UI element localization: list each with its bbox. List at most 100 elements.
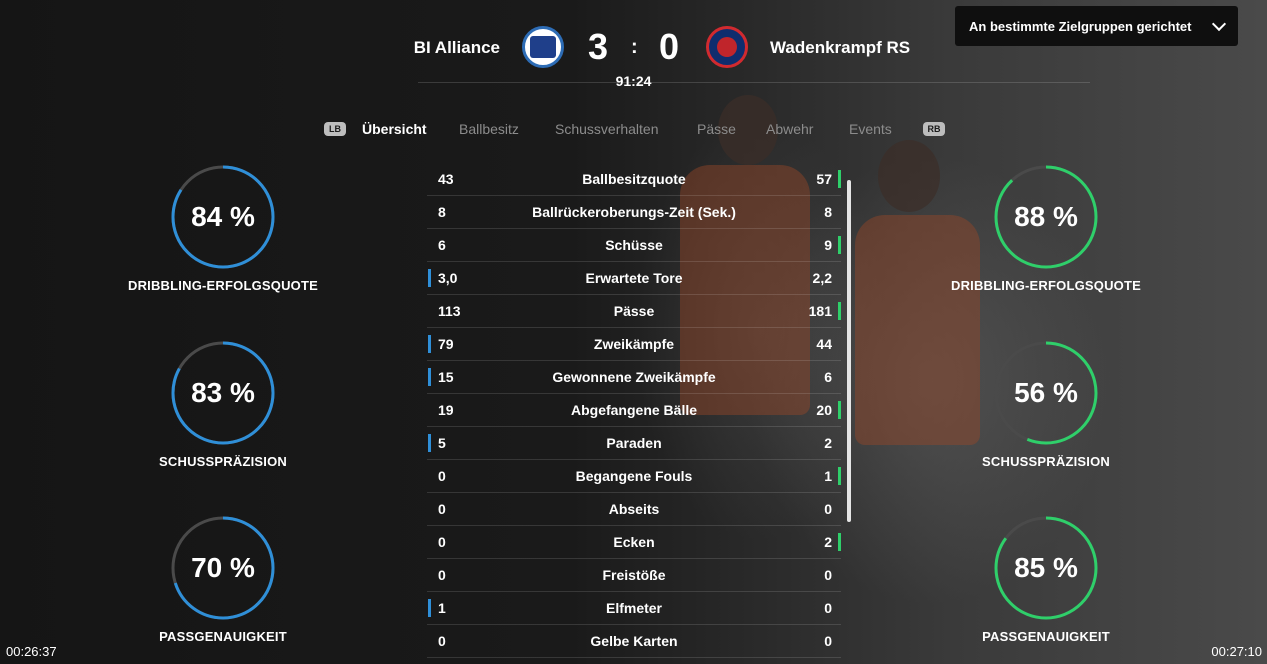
home-team-crest-icon (522, 26, 564, 68)
away-pass-accuracy-label: PASSGENAUIGKEIT (982, 629, 1110, 644)
chevron-down-icon (1211, 16, 1227, 31)
away-leader-marker (838, 401, 841, 419)
away-shot-accuracy-value: 56 % (1014, 377, 1078, 408)
stat-row: 113 Pässe 181 (427, 295, 841, 328)
home-dribbling-gauge: 84 % (170, 164, 276, 270)
tab-defense[interactable]: Abwehr (766, 121, 813, 137)
stat-label: Schüsse (605, 237, 663, 253)
stat-row: 0 Abseits 0 (427, 493, 841, 526)
tab-overview[interactable]: Übersicht (362, 121, 427, 137)
stat-label: Ballbesitzquote (582, 171, 686, 187)
away-shot-accuracy-label: SCHUSSPRÄZISION (982, 454, 1110, 469)
away-shot-accuracy-gauge: 56 % (993, 340, 1099, 446)
away-leader-marker (838, 236, 841, 254)
stat-label: Zweikämpfe (593, 336, 675, 352)
tab-possession[interactable]: Ballbesitz (459, 121, 519, 137)
home-shot-accuracy-gauge: 83 % (170, 340, 276, 446)
away-dribbling-gauge: 88 % (993, 164, 1099, 270)
stat-row: 3,0 Erwartete Tore 2,2 (427, 262, 841, 295)
home-leader-marker (428, 434, 431, 452)
stat-away-value: 9 (824, 237, 832, 253)
stat-away-value: 181 (808, 303, 832, 319)
stat-label: Erwartete Tore (585, 270, 683, 286)
stats-tabs: LB Übersicht Ballbesitz Schussverhalten … (0, 121, 1267, 141)
home-shot-accuracy-label: SCHUSSPRÄZISION (159, 454, 287, 469)
home-dribbling-value: 84 % (191, 201, 255, 232)
stat-label: Ballrückeroberungs-Zeit (Sek.) (532, 204, 736, 220)
stat-row: 0 Freistöße 0 (427, 559, 841, 592)
away-team-name: Wadenkrampf RS (770, 38, 911, 57)
stat-label: Elfmeter (605, 600, 663, 616)
home-pass-accuracy-label: PASSGENAUIGKEIT (159, 629, 287, 644)
stat-away-value: 0 (824, 633, 832, 649)
stat-row: 19 Abgefangene Bälle 20 (427, 394, 841, 427)
stat-row: 6 Schüsse 9 (427, 229, 841, 262)
away-leader-marker (838, 467, 841, 485)
home-leader-marker (428, 599, 431, 617)
stat-away-value: 6 (824, 369, 832, 385)
video-total-time: 00:27:10 (1211, 644, 1262, 659)
stat-label: Ecken (613, 534, 655, 550)
home-leader-marker (428, 335, 431, 353)
stat-away-value: 2 (824, 435, 832, 451)
background-figure-head (878, 140, 940, 212)
stat-row: 8 Ballrückeroberungs-Zeit (Sek.) 8 (427, 196, 841, 229)
stat-row: 43 Ballbesitzquote 57 (427, 163, 841, 196)
away-leader-marker (838, 302, 841, 320)
audience-dropdown[interactable]: An bestimmte Zielgruppen gerichtet (955, 6, 1238, 46)
home-team-name: BI Alliance (413, 38, 500, 57)
stat-label: Pässe (613, 303, 655, 319)
stats-scrollbar[interactable] (847, 180, 851, 522)
away-pass-accuracy-value: 85 % (1014, 552, 1078, 583)
stat-row: 0 Begangene Fouls 1 (427, 460, 841, 493)
home-pass-accuracy-gauge: 70 % (170, 515, 276, 621)
stat-label: Gelbe Karten (590, 633, 678, 649)
stat-row: 5 Paraden 2 (427, 427, 841, 460)
lb-bumper-icon[interactable]: LB (324, 122, 346, 136)
stat-away-value: 2,2 (812, 270, 832, 286)
rb-bumper-icon[interactable]: RB (923, 122, 945, 136)
stat-row: 79 Zweikämpfe 44 (427, 328, 841, 361)
stat-label: Freistöße (602, 567, 666, 583)
home-score: 3 (588, 26, 609, 67)
away-leader-marker (838, 533, 841, 551)
header-divider (418, 82, 1090, 83)
stat-label: Abgefangene Bälle (570, 402, 698, 418)
background-figure-vest (855, 215, 980, 445)
stat-label: Gewonnene Zweikämpfe (552, 369, 716, 385)
away-pass-accuracy-gauge: 85 % (993, 515, 1099, 621)
stat-away-value: 0 (824, 600, 832, 616)
stat-away-value: 0 (824, 501, 832, 517)
home-leader-marker (428, 269, 431, 287)
stat-row: 1 Elfmeter 0 (427, 592, 841, 625)
stat-away-value: 57 (816, 171, 832, 187)
stat-row: 0 Ecken 2 (427, 526, 841, 559)
away-team-crest-icon (706, 26, 748, 68)
home-leader-marker (428, 368, 431, 386)
stat-label: Begangene Fouls (575, 468, 693, 484)
away-score: 0 (659, 26, 680, 67)
stat-away-value: 2 (824, 534, 832, 550)
stats-table: 43 Ballbesitzquote 57 8 Ballrückeroberungs-Z… (427, 163, 841, 658)
away-leader-marker (838, 170, 841, 188)
stat-away-value: 0 (824, 567, 832, 583)
stat-away-value: 44 (816, 336, 832, 352)
score-separator: : (631, 36, 638, 58)
stat-row: 15 Gewonnene Zweikämpfe 6 (427, 361, 841, 394)
stat-label: Abseits (608, 501, 660, 517)
home-pass-accuracy-value: 70 % (191, 552, 255, 583)
away-dribbling-value: 88 % (1014, 201, 1078, 232)
stat-away-value: 1 (824, 468, 832, 484)
home-shot-accuracy-value: 83 % (191, 377, 255, 408)
stat-away-value: 8 (824, 204, 832, 220)
tab-shooting[interactable]: Schussverhalten (555, 121, 659, 137)
stat-label: Paraden (606, 435, 662, 451)
video-elapsed-time: 00:26:37 (6, 644, 57, 659)
home-dribbling-label: DRIBBLING-ERFOLGSQUOTE (127, 278, 318, 293)
tab-passes[interactable]: Pässe (697, 121, 736, 137)
stat-row: 0 Gelbe Karten 0 (427, 625, 841, 658)
tab-events[interactable]: Events (849, 121, 892, 137)
stat-away-value: 20 (816, 402, 832, 418)
away-dribbling-label: DRIBBLING-ERFOLGSQUOTE (950, 278, 1141, 293)
audience-dropdown-label: An bestimmte Zielgruppen gerichtet (969, 18, 1192, 34)
